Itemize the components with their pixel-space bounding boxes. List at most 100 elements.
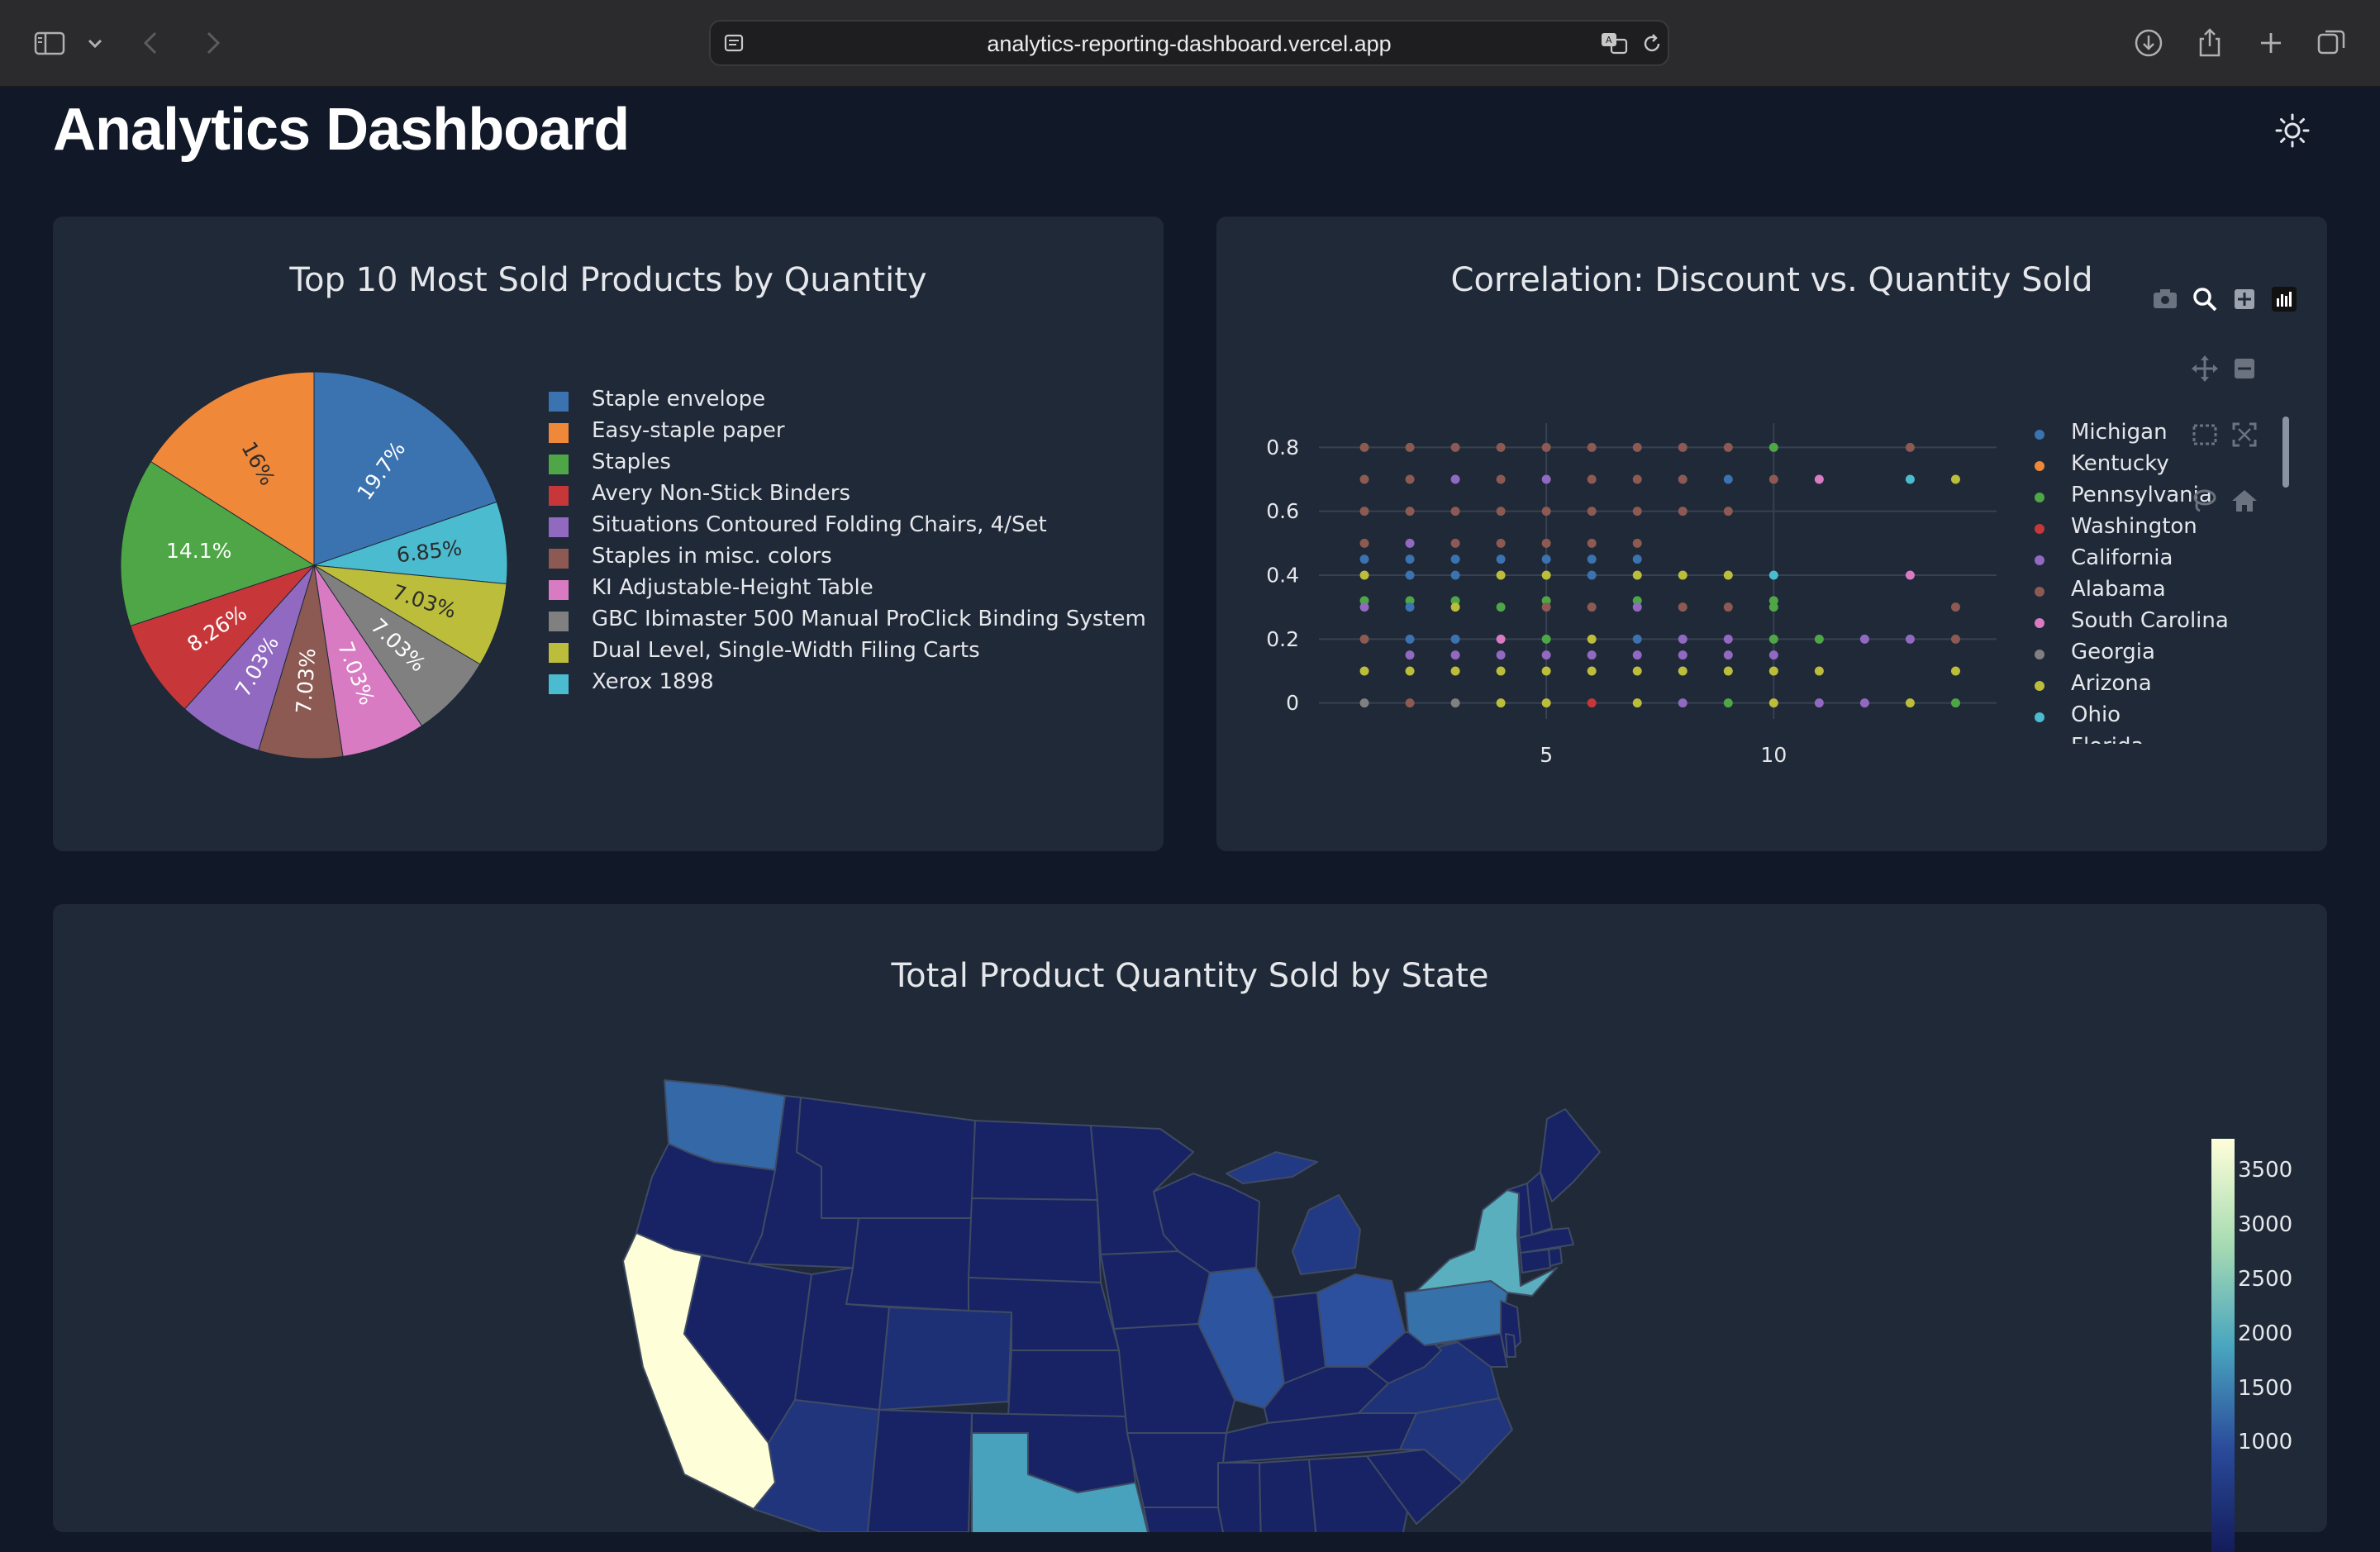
scatter-point[interactable] — [1359, 570, 1369, 580]
scatter-point[interactable] — [1496, 538, 1506, 548]
pan-icon[interactable] — [2190, 354, 2220, 383]
scatter-point[interactable] — [1768, 634, 1778, 644]
scatter-point[interactable] — [1541, 602, 1551, 612]
scatter-point[interactable] — [1723, 507, 1733, 517]
scatter-point[interactable] — [1632, 698, 1642, 708]
scatter-point[interactable] — [1541, 538, 1551, 548]
camera-icon[interactable] — [2150, 284, 2180, 314]
state-louisiana[interactable] — [1143, 1507, 1226, 1532]
state-delaware[interactable] — [1505, 1333, 1516, 1358]
scatter-point[interactable] — [1632, 570, 1642, 580]
scatter-point[interactable] — [1359, 474, 1369, 484]
share-icon[interactable] — [2193, 26, 2226, 60]
sun-icon[interactable] — [2274, 112, 2311, 149]
scatter-point[interactable] — [1723, 634, 1733, 644]
scatter-point[interactable] — [1905, 570, 1915, 580]
state-maine[interactable] — [1540, 1108, 1601, 1202]
scatter-point[interactable] — [1541, 666, 1551, 676]
autoscale-icon[interactable] — [2230, 420, 2259, 450]
scatter-point[interactable] — [1541, 442, 1551, 452]
scatter-point[interactable] — [1814, 474, 1824, 484]
scatter-point[interactable] — [1405, 634, 1415, 644]
us-choropleth-map[interactable] — [53, 904, 2327, 1532]
scatter-point[interactable] — [1905, 474, 1915, 484]
scatter-point[interactable] — [1768, 442, 1778, 452]
scatter-point[interactable] — [1587, 474, 1597, 484]
scatter-point[interactable] — [1405, 666, 1415, 676]
scatter-point[interactable] — [1450, 555, 1460, 564]
scatter-point[interactable] — [1496, 555, 1506, 564]
state-new-mexico[interactable] — [867, 1409, 973, 1532]
state-colorado[interactable] — [878, 1307, 1012, 1411]
scatter-point[interactable] — [1359, 538, 1369, 548]
scatter-point[interactable] — [1632, 474, 1642, 484]
scatter-point[interactable] — [1405, 507, 1415, 517]
scatter-point[interactable] — [1859, 634, 1869, 644]
scatter-point[interactable] — [1678, 474, 1687, 484]
scatter-point[interactable] — [1405, 650, 1415, 660]
scatter-point[interactable] — [1450, 602, 1460, 612]
scatter-point[interactable] — [1450, 698, 1460, 708]
scatter-point[interactable] — [1450, 442, 1460, 452]
scatter-point[interactable] — [1496, 474, 1506, 484]
scatter-point[interactable] — [1723, 570, 1733, 580]
scatter-point[interactable] — [1496, 698, 1506, 708]
scatter-point[interactable] — [1814, 666, 1824, 676]
download-icon[interactable] — [2132, 26, 2165, 60]
scatter-point[interactable] — [1359, 507, 1369, 517]
scatter-point[interactable] — [1632, 555, 1642, 564]
scatter-point[interactable] — [1723, 698, 1733, 708]
scatter-point[interactable] — [1359, 698, 1369, 708]
scatter-point[interactable] — [1496, 570, 1506, 580]
scatter-point[interactable] — [1450, 570, 1460, 580]
lasso-icon[interactable] — [2190, 486, 2220, 516]
chevron-down-icon[interactable] — [83, 26, 107, 60]
scatter-point[interactable] — [1632, 538, 1642, 548]
scatter-point[interactable] — [1723, 474, 1733, 484]
reset-axes-icon[interactable] — [2230, 486, 2259, 516]
scatter-point[interactable] — [1359, 634, 1369, 644]
scatter-point[interactable] — [1768, 698, 1778, 708]
scatter-point[interactable] — [1632, 602, 1642, 612]
scatter-point[interactable] — [1678, 650, 1687, 660]
scatter-point[interactable] — [1587, 698, 1597, 708]
scatter-point[interactable] — [1632, 507, 1642, 517]
scatter-point[interactable] — [1405, 570, 1415, 580]
scatter-point[interactable] — [1405, 698, 1415, 708]
scatter-point[interactable] — [1405, 474, 1415, 484]
state-iowa[interactable] — [1100, 1250, 1211, 1330]
state-mississippi[interactable] — [1217, 1462, 1262, 1532]
state-arkansas[interactable] — [1126, 1432, 1227, 1508]
legend-scrollbar[interactable] — [2282, 417, 2289, 488]
scatter-point[interactable] — [1359, 602, 1369, 612]
scatter-point[interactable] — [1359, 442, 1369, 452]
scatter-point[interactable] — [1405, 538, 1415, 548]
scatter-point[interactable] — [1587, 538, 1597, 548]
scatter-point[interactable] — [1950, 602, 1960, 612]
address-bar[interactable]: analytics-reporting-dashboard.vercel.app… — [709, 20, 1669, 66]
scatter-point[interactable] — [1541, 634, 1551, 644]
scatter-point[interactable] — [1859, 698, 1869, 708]
scatter-point[interactable] — [1496, 602, 1506, 612]
zoom-in-icon[interactable] — [2230, 284, 2259, 314]
scatter-point[interactable] — [1587, 650, 1597, 660]
scatter-point[interactable] — [1496, 507, 1506, 517]
scatter-point[interactable] — [1587, 666, 1597, 676]
scatter-point[interactable] — [1950, 474, 1960, 484]
scatter-point[interactable] — [1587, 507, 1597, 517]
scatter-point[interactable] — [1678, 507, 1687, 517]
scatter-point[interactable] — [1405, 442, 1415, 452]
reload-icon[interactable] — [1640, 31, 1664, 56]
state-rhode-island[interactable] — [1548, 1247, 1563, 1267]
state-connecticut[interactable] — [1520, 1249, 1551, 1273]
scatter-point[interactable] — [1723, 602, 1733, 612]
state-alabama[interactable] — [1259, 1459, 1317, 1532]
state-kansas[interactable] — [1007, 1350, 1128, 1417]
scatter-point[interactable] — [1632, 666, 1642, 676]
scatter-point[interactable] — [1541, 650, 1551, 660]
scatter-point[interactable] — [1541, 698, 1551, 708]
translate-icon[interactable]: A — [1600, 30, 1630, 58]
scatter-point[interactable] — [1950, 698, 1960, 708]
new-tab-icon[interactable] — [2254, 26, 2287, 60]
scatter-point[interactable] — [1541, 474, 1551, 484]
